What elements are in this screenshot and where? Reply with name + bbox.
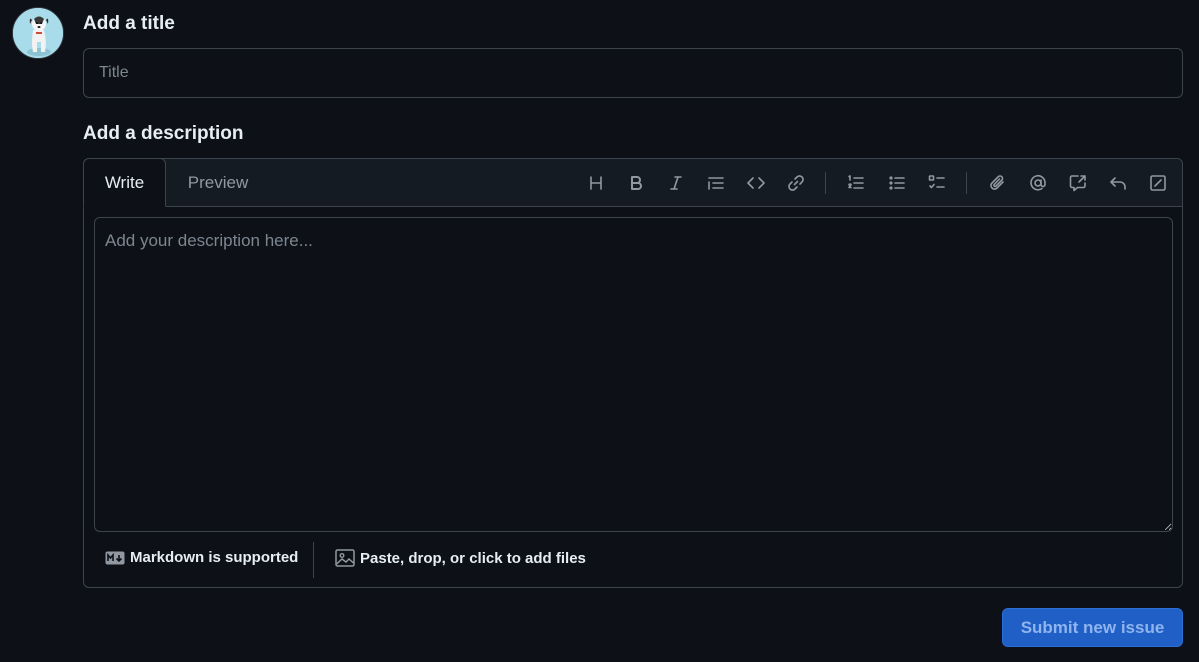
reply-icon[interactable] (1106, 171, 1130, 195)
description-editor: Write Preview Add your description here.… (83, 158, 1183, 588)
title-input[interactable] (83, 48, 1183, 98)
tab-preview[interactable]: Preview (168, 158, 268, 207)
footer-divider (313, 542, 314, 578)
markdown-label: Markdown is supported (130, 549, 299, 566)
unordered-list-icon[interactable] (885, 171, 909, 195)
editor-header: Write Preview (83, 158, 1182, 207)
link-icon[interactable] (784, 171, 808, 195)
toolbar-divider (966, 172, 967, 194)
toolbar-divider (825, 172, 826, 194)
code-icon[interactable] (744, 171, 768, 195)
bold-icon[interactable] (624, 171, 648, 195)
image-icon (335, 549, 355, 567)
slash-command-icon[interactable] (1146, 171, 1170, 195)
description-heading: Add a description (83, 123, 244, 144)
quote-icon[interactable] (704, 171, 728, 195)
markdown-supported-link[interactable]: Markdown is supported (105, 549, 298, 566)
attach-icon[interactable] (986, 171, 1010, 195)
italic-icon[interactable] (664, 171, 688, 195)
description-textarea[interactable] (94, 217, 1173, 532)
markdown-icon (105, 551, 125, 564)
tab-write[interactable]: Write (83, 158, 166, 207)
reference-icon[interactable] (1066, 171, 1090, 195)
avatar[interactable] (12, 7, 64, 59)
task-list-icon[interactable] (925, 171, 949, 195)
mention-icon[interactable] (1026, 171, 1050, 195)
dog-avatar-icon (13, 8, 63, 58)
ordered-list-icon[interactable] (844, 171, 868, 195)
title-heading: Add a title (83, 13, 175, 34)
add-files-button[interactable]: Paste, drop, or click to add files (335, 549, 586, 567)
add-files-label: Paste, drop, or click to add files (360, 549, 586, 567)
heading-icon[interactable] (584, 171, 608, 195)
submit-new-issue-button[interactable]: Submit new issue (1002, 608, 1183, 647)
